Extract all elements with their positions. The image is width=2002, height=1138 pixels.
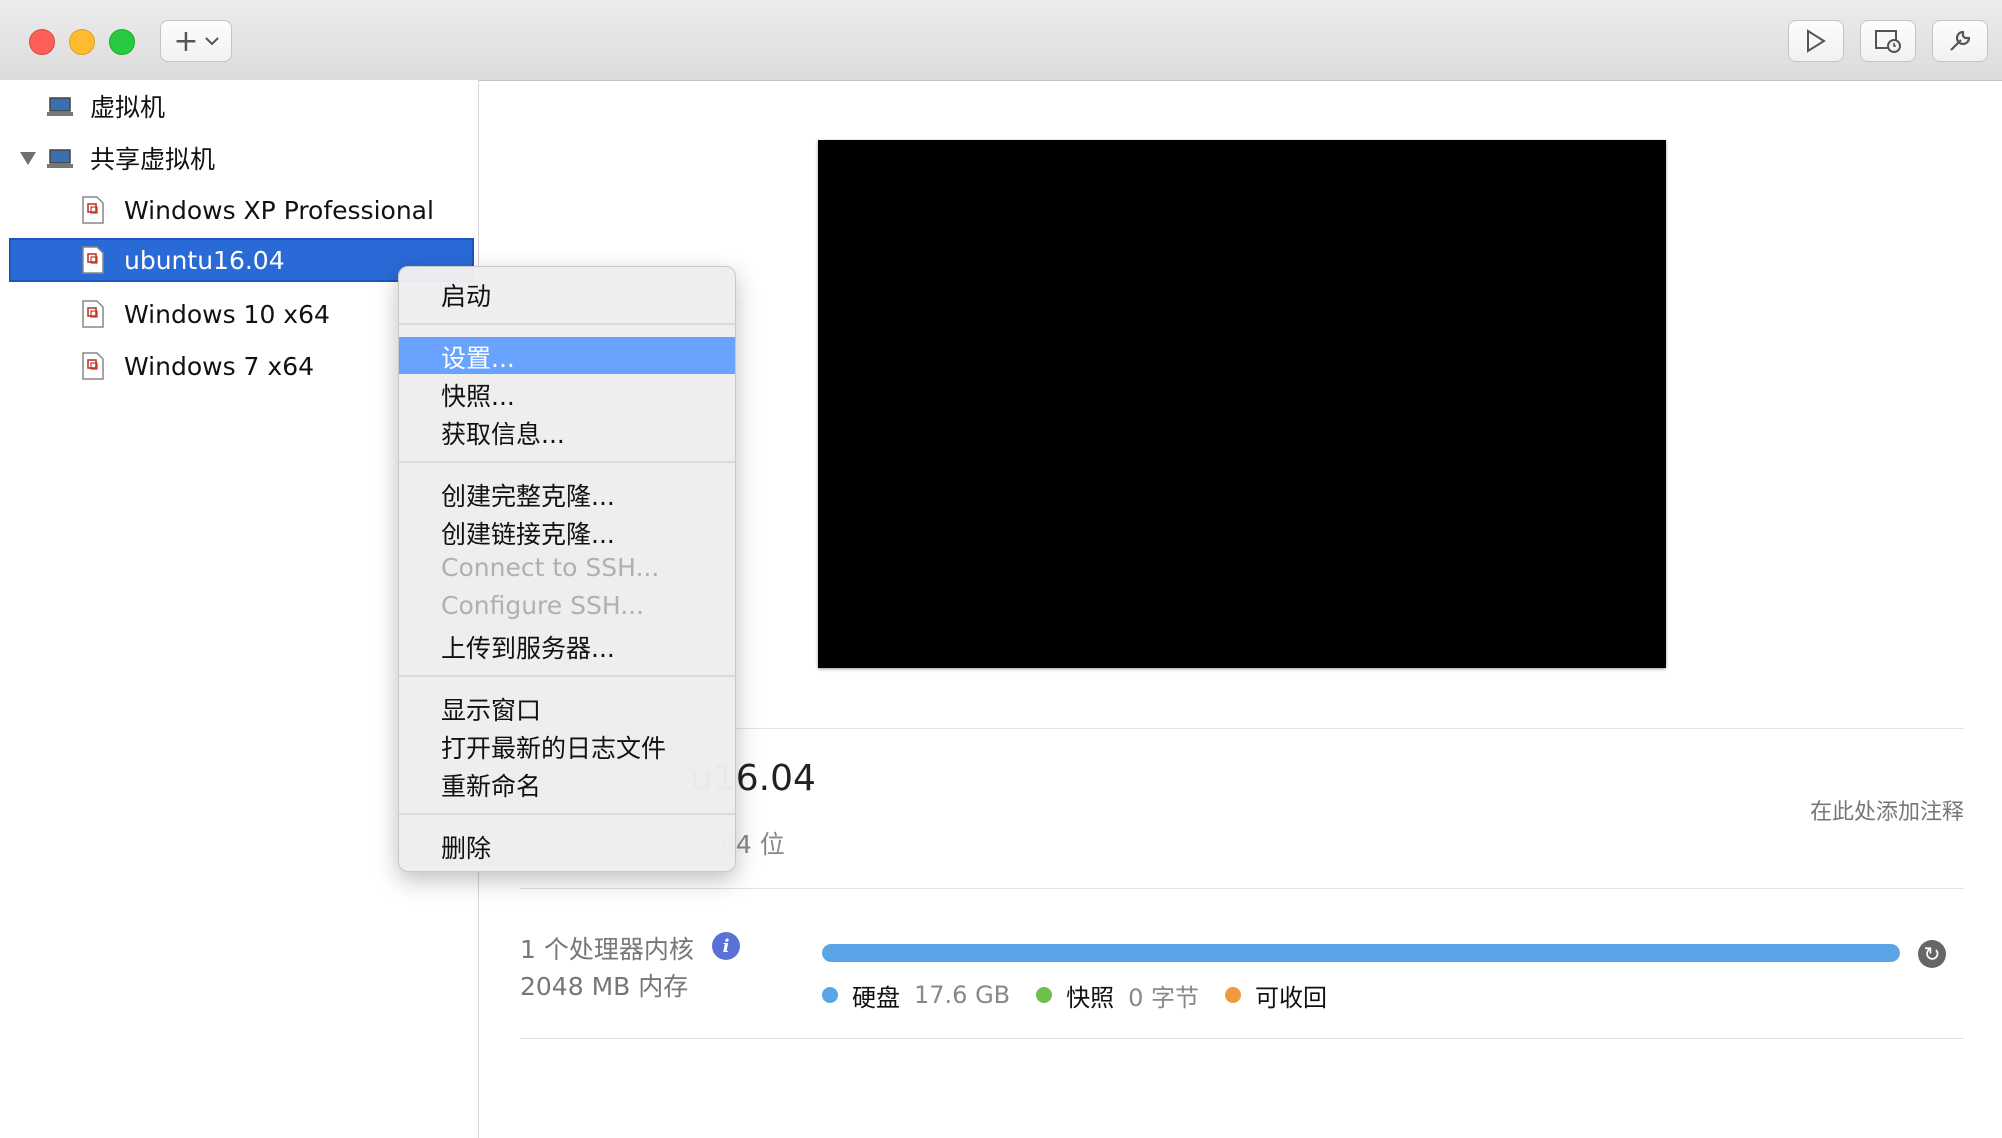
add-vm-button[interactable]: + bbox=[160, 20, 232, 62]
play-icon bbox=[1805, 29, 1827, 53]
menu-item-label: 设置... bbox=[441, 344, 515, 373]
menu-item-label: 创建完整克隆... bbox=[441, 482, 615, 511]
menu-item-label: Connect to SSH... bbox=[441, 553, 660, 582]
disk-legend-dot bbox=[822, 987, 838, 1003]
snapshot-icon bbox=[1874, 28, 1902, 54]
divider bbox=[520, 888, 1964, 889]
snapshot-legend-dot bbox=[1036, 987, 1053, 1003]
menu-item-label: 打开最新的日志文件 bbox=[441, 734, 667, 763]
close-window-button[interactable] bbox=[29, 29, 55, 55]
minimize-window-button[interactable] bbox=[69, 29, 95, 55]
menu-item-label: 快照... bbox=[441, 382, 515, 411]
title-toolbar: + bbox=[0, 0, 2002, 81]
menu-separator bbox=[399, 461, 735, 463]
vm-screen-preview[interactable] bbox=[818, 140, 1666, 668]
sidebar-section-label: 共享虚拟机 bbox=[90, 145, 216, 174]
vm-file-icon bbox=[82, 352, 104, 380]
menu-item-label: 创建链接克隆... bbox=[441, 520, 615, 549]
memory-text: 2048 MB 内存 bbox=[520, 972, 689, 1001]
menu-item-linked-clone[interactable]: 创建链接克隆... bbox=[399, 513, 735, 550]
menu-item-label: 删除 bbox=[441, 834, 492, 863]
menu-item-label: Configure SSH... bbox=[441, 591, 645, 620]
disk-legend-label: 硬盘 bbox=[852, 983, 900, 1012]
menu-item-get-info[interactable]: 获取信息... bbox=[399, 413, 735, 450]
sidebar-item-label: Windows 7 x64 bbox=[124, 351, 315, 381]
divider bbox=[520, 728, 1964, 729]
sidebar-item-windows-xp[interactable]: Windows XP Professional bbox=[0, 185, 478, 235]
menu-item-snapshots[interactable]: 快照... bbox=[399, 375, 735, 412]
disclosure-triangle-icon[interactable] bbox=[20, 151, 36, 165]
menu-item-settings[interactable]: 设置... bbox=[399, 337, 735, 374]
notes-field[interactable]: 在此处添加注释 bbox=[1810, 794, 1964, 826]
wrench-icon bbox=[1947, 28, 1973, 54]
laptop-icon bbox=[46, 147, 74, 169]
refresh-icon[interactable]: ↻ bbox=[1918, 940, 1946, 968]
menu-item-start[interactable]: 启动 bbox=[399, 275, 735, 312]
storage-usage-fill bbox=[822, 944, 1900, 962]
vm-file-icon bbox=[82, 196, 104, 224]
sidebar-item-label: Windows XP Professional bbox=[124, 195, 434, 225]
reclaimable-legend-label: 可收回 bbox=[1255, 983, 1328, 1012]
storage-usage-bar bbox=[822, 944, 1900, 962]
reclaimable-legend-dot bbox=[1225, 987, 1242, 1003]
sidebar-item-label: Windows 10 x64 bbox=[124, 299, 330, 329]
cpu-cores-text: 1 个处理器内核 bbox=[520, 935, 694, 964]
menu-item-connect-ssh: Connect to SSH... bbox=[399, 551, 735, 588]
menu-item-label: 重新命名 bbox=[441, 772, 542, 801]
menu-item-configure-ssh: Configure SSH... bbox=[399, 589, 735, 626]
info-icon[interactable]: i bbox=[712, 932, 740, 960]
sidebar-item-label: ubuntu16.04 bbox=[124, 245, 285, 275]
menu-item-rename[interactable]: 重新命名 bbox=[399, 765, 735, 802]
menu-item-full-clone[interactable]: 创建完整克隆... bbox=[399, 475, 735, 512]
snapshot-legend-label: 快照 bbox=[1066, 983, 1115, 1012]
zoom-window-button[interactable] bbox=[109, 29, 135, 55]
vmware-fusion-window: + 虚拟机 共享虚拟机 Windows XP Professional ubun… bbox=[0, 0, 2002, 1138]
storage-legend: 硬盘 17.6 GB 快照 0 字节 可收回 bbox=[822, 978, 1341, 1012]
divider bbox=[520, 1038, 1964, 1039]
vm-context-menu: 启动 设置... 快照... 获取信息... 创建完整克隆... 创建链接克隆.… bbox=[398, 266, 736, 872]
menu-item-open-log[interactable]: 打开最新的日志文件 bbox=[399, 727, 735, 764]
menu-separator bbox=[399, 675, 735, 677]
menu-item-label: 启动 bbox=[441, 282, 492, 311]
menu-separator bbox=[399, 323, 735, 325]
snapshot-legend-value: 0 字节 bbox=[1128, 983, 1200, 1012]
menu-separator bbox=[399, 813, 735, 815]
menu-item-label: 显示窗口 bbox=[441, 696, 542, 725]
sidebar-section-vms[interactable]: 虚拟机 bbox=[0, 81, 478, 131]
menu-item-delete[interactable]: 删除 bbox=[399, 827, 735, 864]
start-vm-button[interactable] bbox=[1788, 20, 1844, 62]
menu-item-label: 上传到服务器... bbox=[441, 634, 615, 663]
vm-file-icon bbox=[82, 300, 104, 328]
settings-button[interactable] bbox=[1932, 20, 1988, 62]
sidebar-section-label: 虚拟机 bbox=[90, 93, 166, 122]
sidebar-section-shared-vms[interactable]: 共享虚拟机 bbox=[0, 133, 478, 183]
plus-icon: + bbox=[173, 23, 199, 59]
menu-item-label: 获取信息... bbox=[441, 420, 565, 449]
menu-item-upload-server[interactable]: 上传到服务器... bbox=[399, 627, 735, 664]
snapshots-button[interactable] bbox=[1860, 20, 1916, 62]
vm-file-icon bbox=[82, 246, 104, 274]
disk-legend-value: 17.6 GB bbox=[914, 981, 1011, 1009]
chevron-down-icon bbox=[204, 36, 219, 46]
menu-item-show-window[interactable]: 显示窗口 bbox=[399, 689, 735, 726]
laptop-icon bbox=[46, 95, 74, 117]
